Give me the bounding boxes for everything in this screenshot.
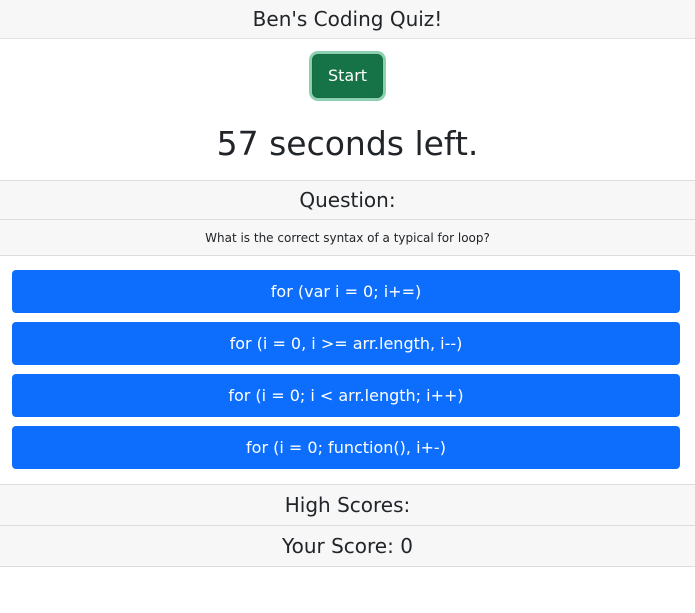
your-score-bar: Your Score: 0 <box>0 526 695 567</box>
question-heading-label: Question: <box>299 188 396 212</box>
answer-button-1[interactable]: for (var i = 0; i+=) <box>12 270 680 313</box>
answer-button-4[interactable]: for (i = 0; function(), i+-) <box>12 426 680 469</box>
start-button[interactable]: Start <box>311 53 384 98</box>
question-text: What is the correct syntax of a typical … <box>0 220 695 256</box>
high-scores-label: High Scores: <box>284 493 411 517</box>
start-area: Start <box>0 39 695 112</box>
question-heading: Question: <box>0 180 695 220</box>
page-title: Ben's Coding Quiz! <box>252 7 443 31</box>
your-score-label: Your Score: 0 <box>282 534 413 558</box>
high-scores-bar: High Scores: <box>0 484 695 526</box>
timer-display: 57 seconds left. <box>216 123 479 163</box>
quiz-header: Ben's Coding Quiz! <box>0 0 695 39</box>
answer-button-3[interactable]: for (i = 0; i < arr.length; i++) <box>12 374 680 417</box>
answer-button-2[interactable]: for (i = 0, i >= arr.length, i--) <box>12 322 680 365</box>
question-text-label: What is the correct syntax of a typical … <box>205 230 490 245</box>
answer-list: for (var i = 0; i+=) for (i = 0, i >= ar… <box>0 256 695 469</box>
